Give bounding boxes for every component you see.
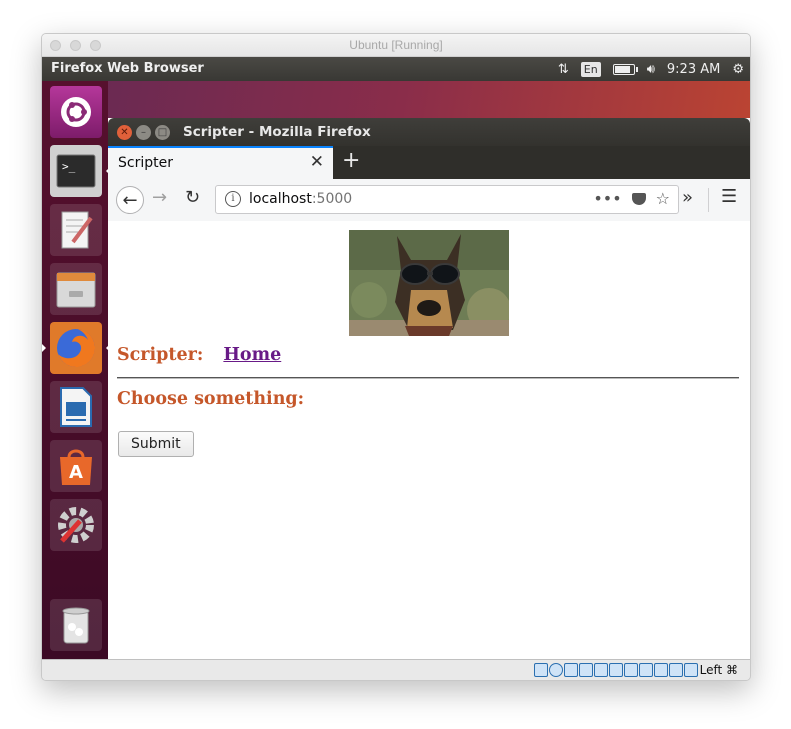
ubuntu-dash-icon[interactable] bbox=[50, 86, 102, 138]
forward-icon[interactable]: → bbox=[152, 187, 167, 208]
text-editor-icon[interactable] bbox=[50, 204, 102, 256]
virtualization-icon[interactable] bbox=[654, 663, 668, 677]
files-icon[interactable] bbox=[50, 263, 102, 315]
mouse-integration-icon[interactable] bbox=[669, 663, 683, 677]
choose-prompt: Choose something: bbox=[117, 389, 305, 409]
back-icon[interactable]: ← bbox=[116, 186, 144, 214]
terminal-icon[interactable]: >_ bbox=[50, 145, 110, 197]
tab-strip: Scripter ✕ + bbox=[108, 146, 750, 179]
tab-close-icon[interactable]: ✕ bbox=[310, 152, 324, 172]
vm-title: Ubuntu [Running] bbox=[349, 38, 443, 52]
network-icon[interactable]: ⇅ bbox=[558, 62, 569, 77]
home-link[interactable]: Home bbox=[223, 345, 281, 365]
keyboard-capture-icon[interactable] bbox=[684, 663, 698, 677]
svg-text:A: A bbox=[69, 462, 83, 483]
site-label: Scripter: bbox=[117, 345, 204, 365]
display-icon[interactable] bbox=[624, 663, 638, 677]
toolbar-separator bbox=[708, 188, 709, 212]
firefox-window: ✕ – □ Scripter - Mozilla Firefox Scripte… bbox=[108, 118, 750, 659]
ubuntu-top-panel: Firefox Web Browser ⇅ En 🔊︎ 9:23 AM ⚙ bbox=[42, 57, 750, 81]
optical-drive-icon[interactable] bbox=[549, 663, 563, 677]
unity-launcher: >_ A bbox=[42, 81, 110, 659]
hamburger-menu-icon[interactable]: ☰ bbox=[721, 186, 737, 207]
submit-button[interactable]: Submit bbox=[118, 431, 194, 457]
tab-scripter[interactable]: Scripter ✕ bbox=[108, 146, 333, 179]
tab-label: Scripter bbox=[118, 155, 173, 171]
hard-disk-icon[interactable] bbox=[534, 663, 548, 677]
libreoffice-writer-icon[interactable] bbox=[50, 381, 102, 433]
host-key-indicator: Left ⌘ bbox=[699, 663, 738, 677]
clock[interactable]: 9:23 AM bbox=[667, 62, 720, 77]
window-title: Scripter - Mozilla Firefox bbox=[183, 124, 371, 140]
ubuntu-software-icon[interactable]: A bbox=[50, 440, 102, 492]
usb-icon[interactable] bbox=[594, 663, 608, 677]
pocket-icon[interactable] bbox=[631, 193, 646, 205]
page-actions-icon[interactable]: ••• bbox=[593, 189, 621, 208]
audio-icon[interactable] bbox=[564, 663, 578, 677]
firefox-icon[interactable] bbox=[42, 322, 110, 374]
gear-icon[interactable]: ⚙ bbox=[732, 62, 744, 77]
virtualbox-window: Ubuntu [Running] Firefox Web Browser ⇅ E… bbox=[41, 33, 751, 681]
close-icon[interactable]: ✕ bbox=[117, 125, 132, 140]
vm-status-bar: Left ⌘ bbox=[42, 659, 750, 680]
overflow-menu-icon[interactable]: » bbox=[682, 187, 693, 208]
svg-text:>_: >_ bbox=[62, 160, 76, 173]
reload-icon[interactable]: ↻ bbox=[185, 187, 200, 208]
dog-with-goggles-image bbox=[349, 230, 509, 336]
video-capture-icon[interactable] bbox=[639, 663, 653, 677]
vm-device-icons bbox=[534, 663, 698, 677]
horizontal-rule bbox=[117, 377, 739, 379]
url-bar[interactable]: i localhost:5000 ••• ☆ bbox=[215, 185, 679, 214]
bookmark-star-icon[interactable]: ☆ bbox=[656, 189, 670, 208]
navigation-toolbar: ← → ↻ i localhost:5000 ••• ☆ » ☰ bbox=[108, 179, 750, 222]
new-tab-icon[interactable]: + bbox=[342, 148, 360, 173]
page-content: Scripter: Home Choose something: Submit bbox=[108, 221, 750, 659]
active-app-name: Firefox Web Browser bbox=[51, 61, 204, 76]
minimize-icon[interactable]: – bbox=[136, 125, 151, 140]
system-settings-icon[interactable] bbox=[50, 499, 102, 551]
network-adapter-icon[interactable] bbox=[579, 663, 593, 677]
vm-titlebar: Ubuntu [Running] bbox=[42, 34, 750, 57]
keyboard-layout-indicator[interactable]: En bbox=[580, 61, 601, 77]
info-icon[interactable]: i bbox=[225, 191, 241, 207]
shared-folders-icon[interactable] bbox=[609, 663, 623, 677]
maximize-icon[interactable]: □ bbox=[155, 125, 170, 140]
battery-icon[interactable] bbox=[612, 63, 638, 75]
firefox-titlebar: ✕ – □ Scripter - Mozilla Firefox bbox=[108, 118, 750, 146]
url-text[interactable]: localhost:5000 bbox=[249, 191, 352, 207]
page-header: Scripter: Home bbox=[117, 345, 281, 365]
volume-icon[interactable]: 🔊︎ bbox=[647, 62, 655, 77]
trash-icon[interactable] bbox=[50, 599, 102, 651]
